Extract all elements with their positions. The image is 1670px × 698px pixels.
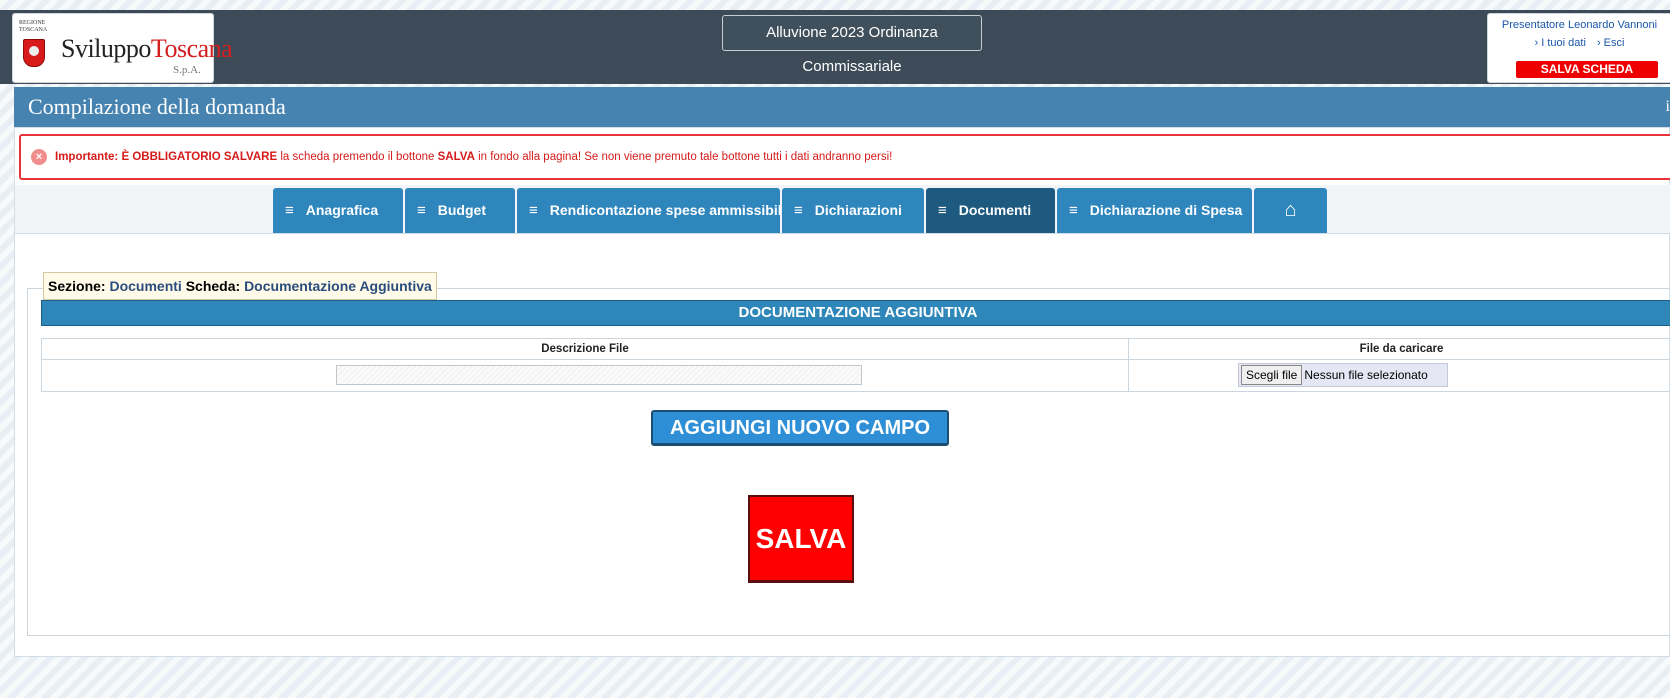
add-upload-field-button[interactable]: AGGIUNGI NUOVO CAMPO UPLOAD: [651, 410, 949, 471]
section-legend: Sezione: Documenti Scheda: Documentazion…: [43, 272, 437, 300]
alert-bold-2: SALVA: [437, 151, 475, 163]
file-upload-input[interactable]: Scegli file Nessun file selezionato: [1238, 363, 1448, 387]
tab-anagrafica[interactable]: ≡ Anagrafica: [273, 188, 403, 233]
my-data-link[interactable]: › I tuoi dati: [1535, 37, 1586, 49]
user-panel: Presentatore Leonardo Vannoni › I tuoi d…: [1487, 13, 1670, 83]
home-icon: ⌂: [1284, 199, 1297, 221]
top-header: REGIONE TOSCANA SviluppoToscana S.p.A. A…: [0, 10, 1670, 84]
tab-bar: ≡ Anagrafica ≡ Budget ≡ Rendicontazione spe…: [15, 185, 1670, 234]
upload-table: Descrizione File File da caricare Scegli…: [41, 338, 1670, 392]
menu-icon: ≡: [1069, 202, 1078, 219]
sezione-label: Sezione:: [48, 278, 106, 294]
logo-suffix: S.p.A.: [173, 64, 201, 76]
page-title: Compilazione della domanda: [28, 94, 286, 119]
page-header-title: Alluvione 2023 Ordinanza Commissariale: [722, 15, 982, 75]
menu-icon: ≡: [938, 202, 947, 219]
alert-label: Importante:: [55, 151, 119, 163]
tab-label: Anagrafica: [305, 202, 379, 218]
tab-label: Dichiarazioni: [814, 202, 902, 218]
logo-name: SviluppoToscana: [61, 34, 233, 63]
tab-rendicontazione[interactable]: ≡ Rendicontazione spese ammissibili: [517, 188, 786, 233]
page-title-bar: Compilazione della domanda i: [14, 87, 1670, 127]
crest-icon: [23, 39, 45, 67]
alert-box: × Importante: È OBBLIGATORIO SALVARE la …: [19, 134, 1670, 180]
column-header-file: File da caricare: [1129, 339, 1670, 360]
save-form-button[interactable]: SALVA SCHEDA: [1516, 61, 1658, 78]
info-icon[interactable]: i: [1666, 87, 1670, 127]
alert-text-1: la scheda premendo il bottone: [277, 151, 438, 163]
user-name: Presentatore Leonardo Vannoni: [1501, 19, 1658, 31]
alert-bold-1: È OBBLIGATORIO SALVARE: [121, 151, 278, 163]
alert-text-2: in fondo alla pagina! Se non viene premu…: [474, 151, 893, 163]
scheda-value: Documentazione Aggiuntiva: [244, 278, 432, 294]
file-description-input[interactable]: [336, 365, 862, 385]
tab-documenti[interactable]: ≡ Documenti: [926, 188, 1055, 233]
logout-link[interactable]: › Esci: [1597, 37, 1625, 49]
menu-icon: ≡: [417, 202, 426, 219]
tab-dichiarazioni[interactable]: ≡ Dichiarazioni: [782, 188, 924, 233]
menu-icon: ≡: [529, 202, 538, 219]
column-header-description: Descrizione File: [42, 339, 1129, 360]
tab-budget[interactable]: ≡ Budget: [405, 188, 515, 233]
tab-label: Rendicontazione spese ammissibili: [549, 202, 786, 218]
section-heading: DOCUMENTAZIONE AGGIUNTIVA: [41, 300, 1670, 326]
logo[interactable]: REGIONE TOSCANA SviluppoToscana S.p.A.: [12, 13, 233, 83]
choose-file-button[interactable]: Scegli file: [1241, 365, 1303, 385]
tab-label: Dichiarazione di Spesa: [1089, 202, 1243, 218]
save-button[interactable]: SALVA: [748, 495, 854, 583]
tab-label: Documenti: [958, 202, 1032, 218]
table-cell-description: [42, 360, 1129, 392]
menu-icon: ≡: [794, 202, 803, 219]
menu-icon: ≡: [285, 202, 294, 219]
tab-home[interactable]: ⌂: [1254, 188, 1327, 233]
scheda-label: Scheda:: [185, 278, 241, 294]
tab-dichiarazione-spesa[interactable]: ≡ Dichiarazione di Spesa: [1057, 188, 1252, 233]
sezione-value: Documenti: [109, 278, 182, 294]
main-panel: × Importante: È OBBLIGATORIO SALVARE la …: [14, 127, 1670, 657]
file-status: Nessun file selezionato: [1304, 368, 1428, 382]
logo-crest-text: REGIONE TOSCANA: [19, 20, 48, 33]
tab-label: Budget: [437, 202, 486, 218]
user-links: › I tuoi dati › Esci: [1488, 37, 1670, 49]
close-circle-icon: ×: [31, 149, 47, 165]
